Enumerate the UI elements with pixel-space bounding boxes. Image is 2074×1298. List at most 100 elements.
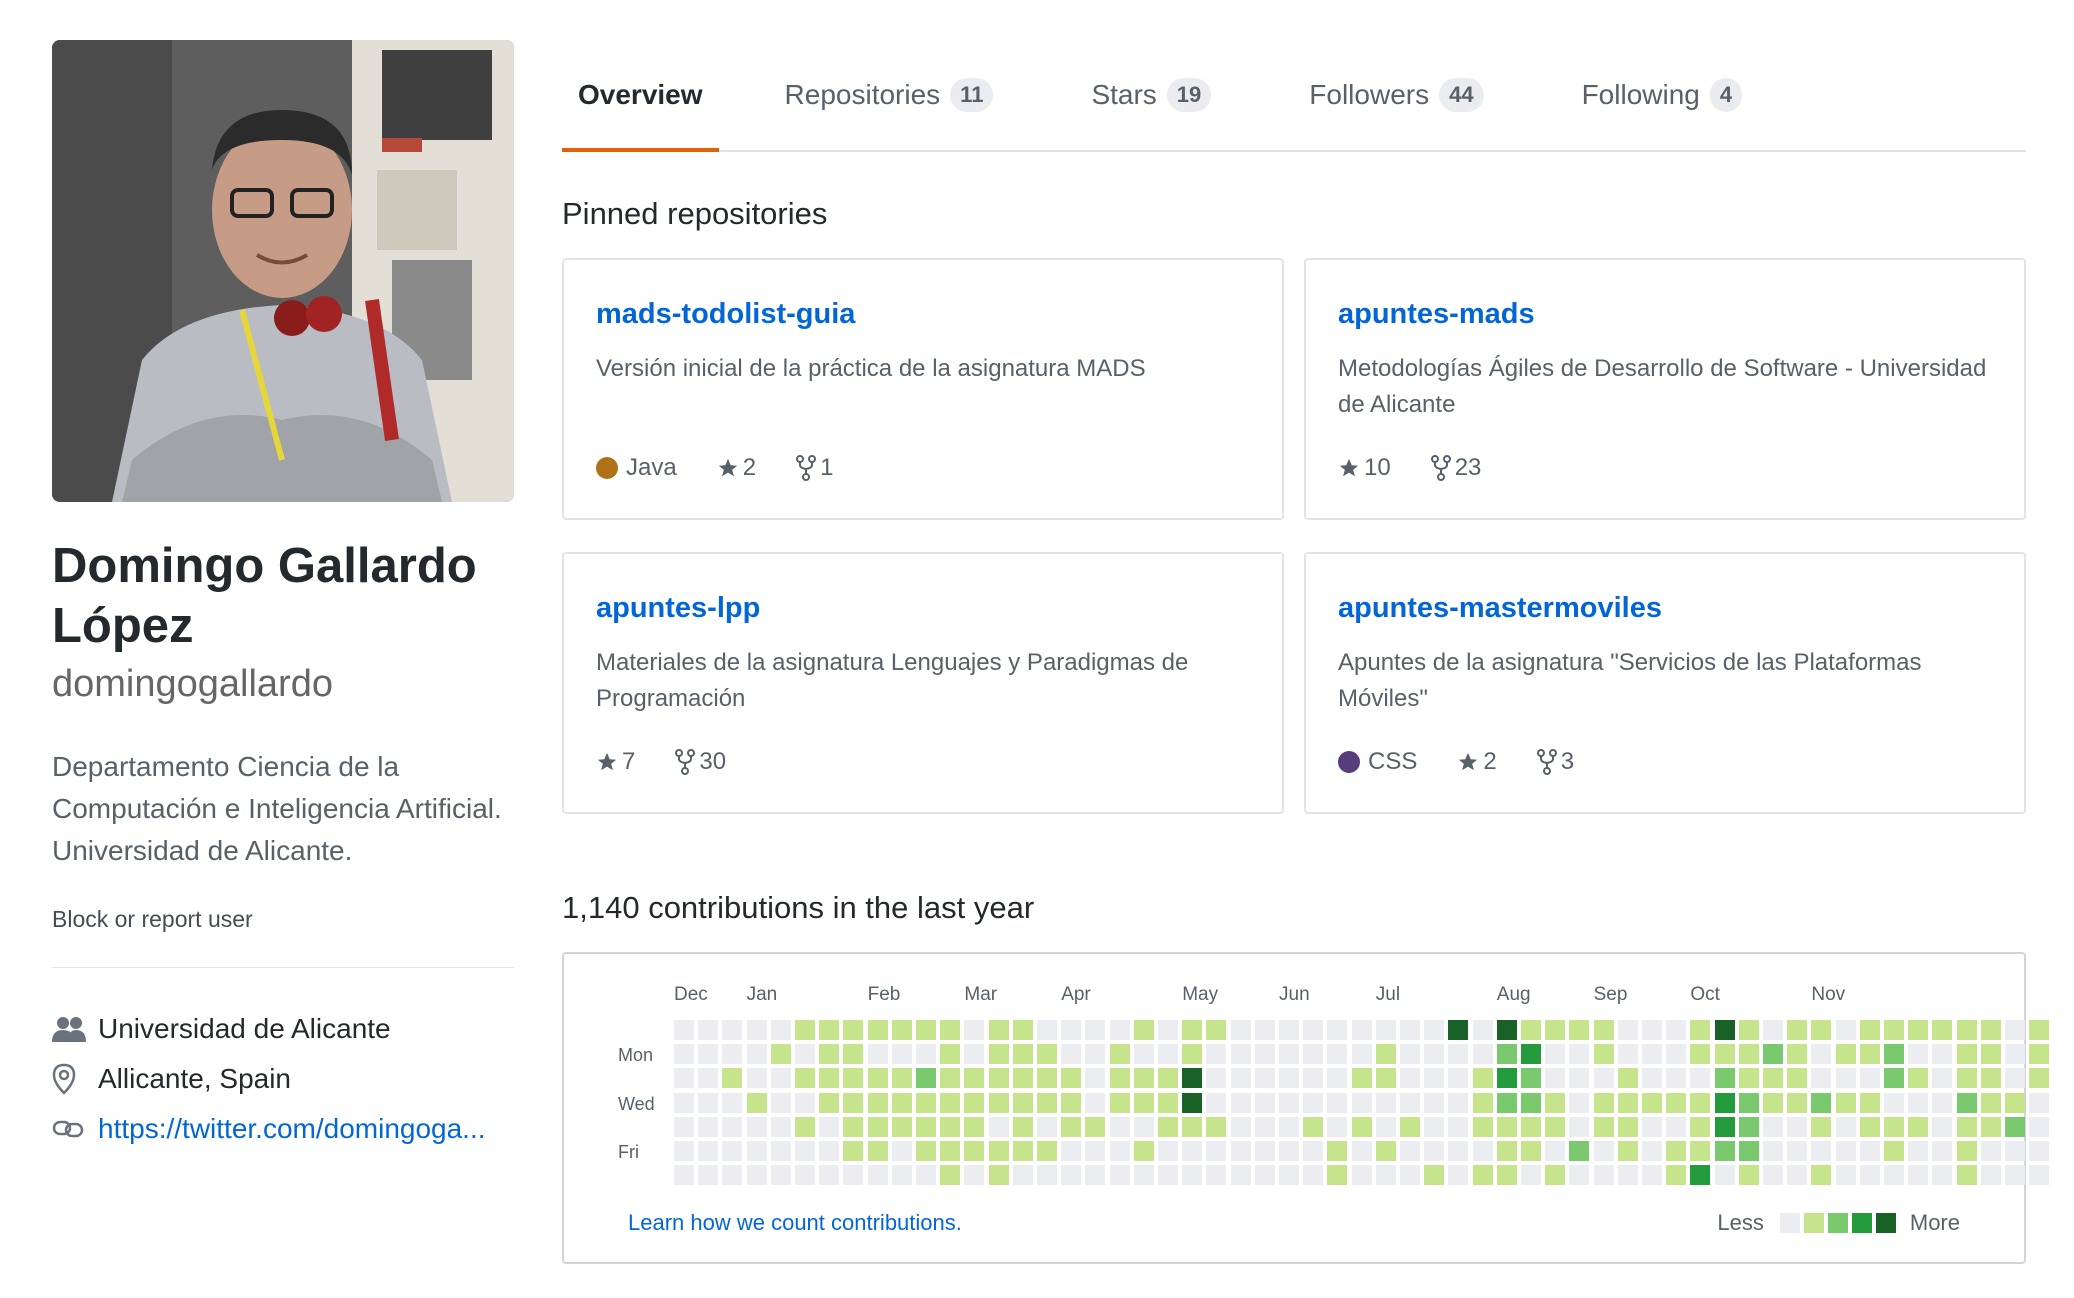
contribution-day-cell[interactable] xyxy=(1424,1141,1445,1161)
contribution-day-cell[interactable] xyxy=(1787,1020,1808,1040)
contribution-day-cell[interactable] xyxy=(2005,1044,2025,1065)
contribution-day-cell[interactable] xyxy=(698,1165,719,1186)
contribution-day-cell[interactable] xyxy=(1932,1092,1953,1113)
contribution-day-cell[interactable] xyxy=(722,1165,743,1186)
contribution-day-cell[interactable] xyxy=(674,1068,694,1089)
contribution-day-cell[interactable] xyxy=(1472,1044,1493,1065)
contribution-day-cell[interactable] xyxy=(1448,1068,1469,1089)
contribution-day-cell[interactable] xyxy=(1956,1020,1977,1040)
contribution-day-cell[interactable] xyxy=(940,1044,961,1065)
contribution-day-cell[interactable] xyxy=(1811,1020,1832,1040)
contribution-day-cell[interactable] xyxy=(1569,1092,1590,1113)
contribution-day-cell[interactable] xyxy=(1859,1068,1880,1089)
contribution-day-cell[interactable] xyxy=(1254,1116,1275,1137)
contribution-day-cell[interactable] xyxy=(1085,1044,1106,1065)
contribution-day-cell[interactable] xyxy=(1206,1165,1227,1186)
contribution-day-cell[interactable] xyxy=(1061,1165,1082,1186)
contribution-day-cell[interactable] xyxy=(1642,1165,1662,1186)
contribution-day-cell[interactable] xyxy=(1569,1141,1590,1161)
contribution-day-cell[interactable] xyxy=(819,1044,840,1065)
contribution-day-cell[interactable] xyxy=(1303,1044,1324,1065)
contribution-day-cell[interactable] xyxy=(795,1116,815,1137)
contribution-day-cell[interactable] xyxy=(891,1116,912,1137)
contribution-day-cell[interactable] xyxy=(1763,1165,1783,1186)
contribution-day-cell[interactable] xyxy=(1133,1020,1154,1040)
contribution-day-cell[interactable] xyxy=(746,1068,767,1089)
contribution-day-cell[interactable] xyxy=(1956,1116,1977,1137)
contribution-day-cell[interactable] xyxy=(1714,1044,1735,1065)
contribution-day-cell[interactable] xyxy=(1835,1092,1856,1113)
contribution-day-cell[interactable] xyxy=(916,1092,936,1113)
contribution-day-cell[interactable] xyxy=(988,1068,1009,1089)
contribution-day-cell[interactable] xyxy=(988,1092,1009,1113)
contribution-day-cell[interactable] xyxy=(1593,1020,1614,1040)
contribution-day-cell[interactable] xyxy=(1666,1116,1687,1137)
contribution-day-cell[interactable] xyxy=(1714,1165,1735,1186)
contribution-day-cell[interactable] xyxy=(722,1116,743,1137)
repo-stars[interactable]: 7 xyxy=(596,748,635,776)
contribution-day-cell[interactable] xyxy=(1303,1116,1324,1137)
contribution-day-cell[interactable] xyxy=(2029,1092,2050,1113)
contribution-day-cell[interactable] xyxy=(1908,1020,1929,1040)
contribution-day-cell[interactable] xyxy=(1980,1068,2001,1089)
contribution-day-cell[interactable] xyxy=(1521,1092,1541,1113)
contribution-day-cell[interactable] xyxy=(1521,1141,1541,1161)
contribution-day-cell[interactable] xyxy=(891,1044,912,1065)
contribution-day-cell[interactable] xyxy=(746,1092,767,1113)
contribution-day-cell[interactable] xyxy=(770,1116,791,1137)
contribution-day-cell[interactable] xyxy=(964,1092,985,1113)
contribution-day-cell[interactable] xyxy=(1279,1092,1299,1113)
contribution-day-cell[interactable] xyxy=(1254,1044,1275,1065)
contribution-day-cell[interactable] xyxy=(1254,1141,1275,1161)
contribution-day-cell[interactable] xyxy=(1617,1044,1638,1065)
contribution-day-cell[interactable] xyxy=(1763,1020,1783,1040)
contribution-day-cell[interactable] xyxy=(1617,1141,1638,1161)
contribution-day-cell[interactable] xyxy=(2029,1020,2050,1040)
contribution-day-cell[interactable] xyxy=(2005,1141,2025,1161)
contribution-day-cell[interactable] xyxy=(1545,1092,1566,1113)
contribution-day-cell[interactable] xyxy=(1375,1068,1396,1089)
contribution-day-cell[interactable] xyxy=(916,1068,936,1089)
website-link[interactable]: https://twitter.com/domingoga... xyxy=(98,1113,486,1145)
contribution-day-cell[interactable] xyxy=(1642,1116,1662,1137)
contribution-day-cell[interactable] xyxy=(1908,1092,1929,1113)
contribution-day-cell[interactable] xyxy=(1424,1165,1445,1186)
contribution-day-cell[interactable] xyxy=(1545,1165,1566,1186)
contribution-day-cell[interactable] xyxy=(1230,1044,1251,1065)
contribution-day-cell[interactable] xyxy=(1545,1116,1566,1137)
contribution-day-cell[interactable] xyxy=(1859,1116,1880,1137)
contribution-day-cell[interactable] xyxy=(1811,1141,1832,1161)
contribution-day-cell[interactable] xyxy=(1085,1165,1106,1186)
contribution-day-cell[interactable] xyxy=(843,1068,864,1089)
contribution-day-cell[interactable] xyxy=(1182,1092,1203,1113)
contribution-day-cell[interactable] xyxy=(1980,1141,2001,1161)
contribution-day-cell[interactable] xyxy=(1569,1116,1590,1137)
contribution-day-cell[interactable] xyxy=(1279,1068,1299,1089)
contribution-day-cell[interactable] xyxy=(770,1068,791,1089)
contribution-day-cell[interactable] xyxy=(1472,1141,1493,1161)
contribution-day-cell[interactable] xyxy=(867,1165,888,1186)
contribution-day-cell[interactable] xyxy=(1884,1020,1904,1040)
contribution-day-cell[interactable] xyxy=(2029,1044,2050,1065)
repo-forks[interactable]: 30 xyxy=(675,748,726,776)
contribution-day-cell[interactable] xyxy=(1351,1116,1372,1137)
contribution-day-cell[interactable] xyxy=(1763,1116,1783,1137)
contribution-day-cell[interactable] xyxy=(1811,1092,1832,1113)
contribution-day-cell[interactable] xyxy=(1061,1116,1082,1137)
contribution-day-cell[interactable] xyxy=(674,1020,694,1040)
contribution-day-cell[interactable] xyxy=(1714,1116,1735,1137)
contribution-day-cell[interactable] xyxy=(1763,1141,1783,1161)
contribution-day-cell[interactable] xyxy=(1424,1020,1445,1040)
contribution-day-cell[interactable] xyxy=(1230,1116,1251,1137)
contribution-day-cell[interactable] xyxy=(1738,1141,1759,1161)
contribution-day-cell[interactable] xyxy=(1859,1092,1880,1113)
contribution-day-cell[interactable] xyxy=(1956,1044,1977,1065)
contribution-day-cell[interactable] xyxy=(770,1092,791,1113)
contribution-day-cell[interactable] xyxy=(1230,1068,1251,1089)
contribution-day-cell[interactable] xyxy=(1496,1165,1517,1186)
repo-name-link[interactable]: mads-todolist-guia xyxy=(596,298,1250,331)
contribution-day-cell[interactable] xyxy=(916,1116,936,1137)
contribution-day-cell[interactable] xyxy=(698,1044,719,1065)
contribution-day-cell[interactable] xyxy=(746,1020,767,1040)
contribution-day-cell[interactable] xyxy=(1472,1068,1493,1089)
